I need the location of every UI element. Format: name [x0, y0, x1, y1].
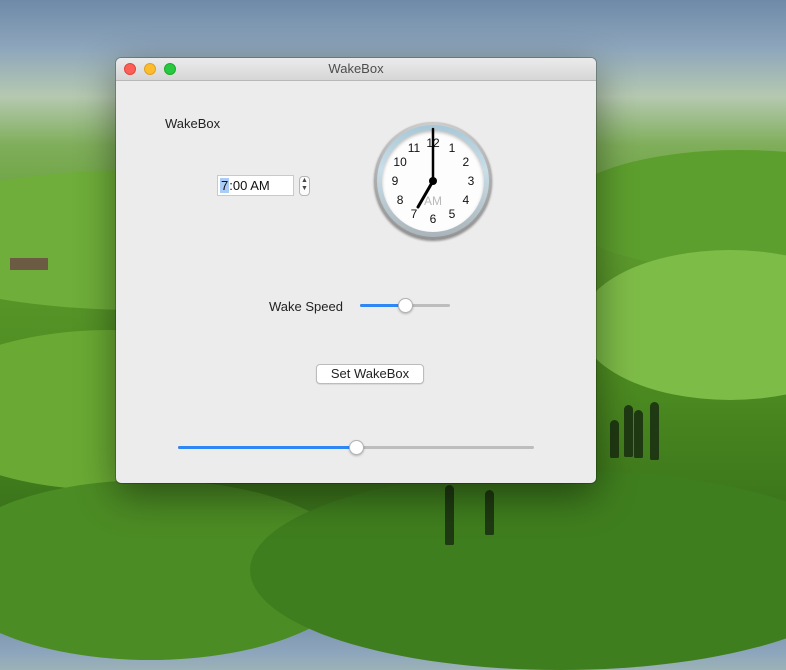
wake-speed-slider-knob[interactable]	[397, 298, 413, 313]
clock-period-label: AM	[424, 194, 442, 208]
bottom-slider-fill	[178, 446, 356, 449]
clock-number-4: 4	[463, 193, 470, 207]
window-title: WakeBox	[328, 61, 384, 76]
analog-clock: AM121234567891011	[374, 122, 492, 240]
wake-speed-slider[interactable]	[360, 298, 450, 313]
clock-number-5: 5	[449, 207, 456, 221]
bottom-slider[interactable]	[178, 440, 534, 455]
clock-center-pin	[429, 177, 437, 185]
time-picker-field[interactable]: 7:00 AM	[217, 175, 294, 196]
app-window: WakeBox WakeBox 7:00 AM ▲ ▼ AM1212345678…	[116, 58, 596, 483]
title-bar[interactable]: WakeBox	[116, 58, 596, 81]
time-rest-segment[interactable]: :00 AM	[229, 178, 269, 193]
clock-number-2: 2	[463, 155, 470, 169]
clock-number-3: 3	[468, 174, 475, 188]
chevron-up-icon[interactable]: ▲	[300, 177, 309, 185]
clock-number-10: 10	[393, 155, 407, 169]
wake-speed-label: Wake Speed	[269, 299, 343, 314]
chevron-down-icon[interactable]: ▼	[300, 185, 309, 193]
clock-number-7: 7	[411, 207, 418, 221]
clock-number-1: 1	[449, 141, 456, 155]
app-label: WakeBox	[165, 116, 221, 131]
clock-number-11: 11	[408, 141, 421, 155]
clock-number-9: 9	[392, 174, 399, 188]
clock-number-6: 6	[430, 212, 437, 226]
set-wakebox-button[interactable]: Set WakeBox	[316, 364, 424, 384]
time-hour-segment[interactable]: 7	[220, 178, 230, 193]
bottom-slider-knob[interactable]	[348, 440, 364, 455]
clock-number-8: 8	[397, 193, 404, 207]
time-stepper[interactable]: ▲ ▼	[299, 176, 310, 196]
